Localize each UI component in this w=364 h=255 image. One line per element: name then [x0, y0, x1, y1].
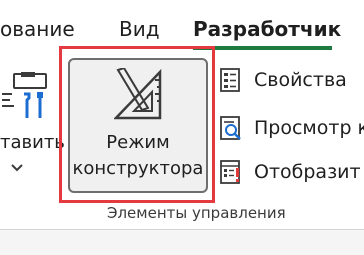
properties-icon: [220, 68, 242, 92]
chevron-down-icon[interactable]: [10, 158, 24, 172]
triangle-ruler-icon: [113, 66, 164, 122]
view-code-icon: [220, 116, 242, 140]
view-code-label: Просмотр к: [254, 117, 364, 139]
design-mode-button[interactable]: Режим конструктора: [68, 58, 208, 193]
insert-control-label[interactable]: тавить: [0, 132, 65, 154]
excel-ribbon: ование Вид Разработчик тавить Режим конс…: [0, 0, 364, 255]
tab-developer[interactable]: Разработчик: [193, 14, 341, 44]
worksheet-area: [0, 230, 364, 255]
tab-view[interactable]: Вид: [119, 14, 160, 44]
toolbox-icon[interactable]: [2, 71, 48, 126]
run-dialog-label: Отобразит: [254, 161, 361, 183]
design-mode-label: Режим конструктора: [70, 130, 206, 182]
design-mode-label-line2: конструктора: [72, 158, 204, 179]
design-mode-label-line1: Режим: [106, 132, 170, 153]
properties-label: Свойства: [254, 69, 347, 91]
properties-button[interactable]: Свойства: [220, 66, 364, 94]
tab-review[interactable]: ование: [0, 14, 75, 44]
run-dialog-button[interactable]: Отобразит: [220, 158, 364, 186]
dialog-icon: [220, 160, 242, 184]
view-code-button[interactable]: Просмотр к: [220, 114, 364, 142]
group-label-controls: Элементы управления: [107, 204, 286, 222]
